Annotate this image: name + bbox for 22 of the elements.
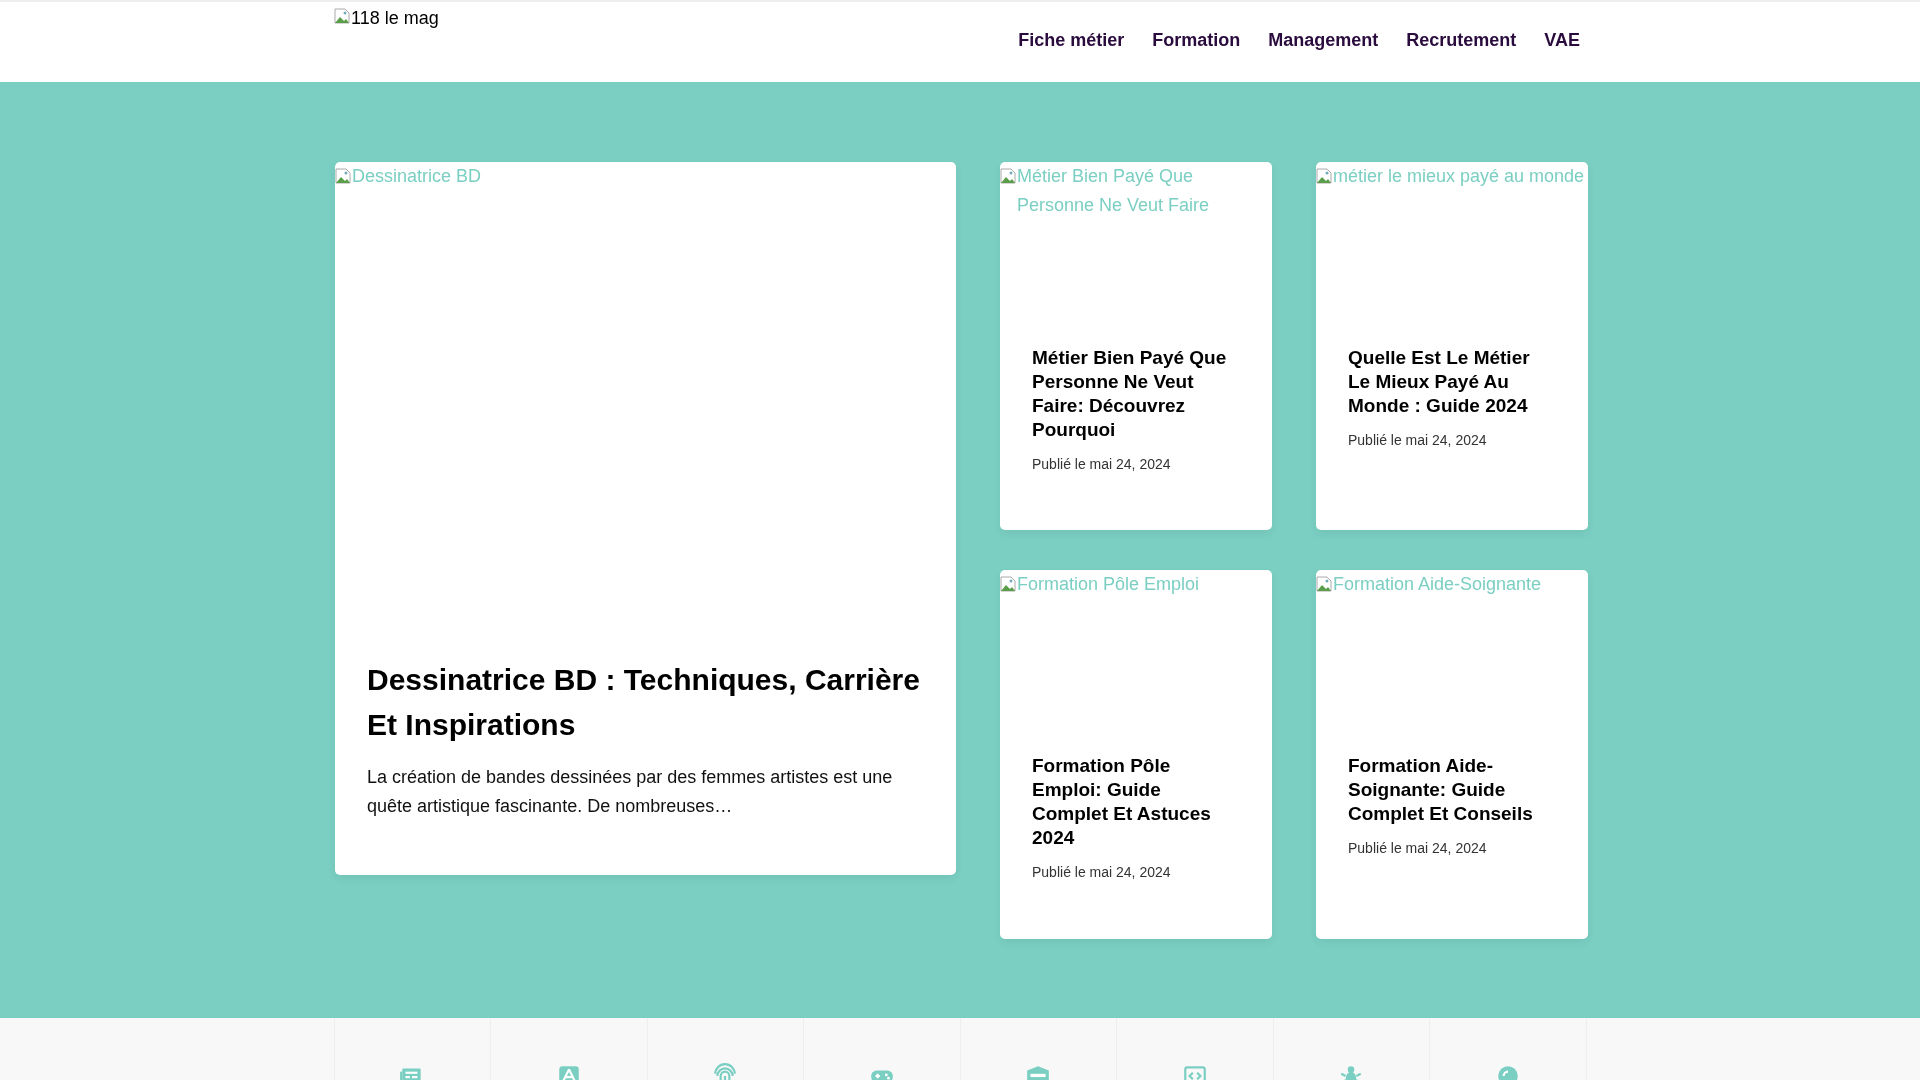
image-alt-text: métier le mieux payé au monde [1333,165,1585,188]
nav-link[interactable]: Fiche métier [1018,29,1125,51]
post-date: Publié le mai 24, 2024 [1348,432,1488,448]
site-logo[interactable]: 118 le mag [330,2,439,82]
nav-link[interactable]: Recrutement [1406,29,1517,51]
image-alt-text: Dessinatrice BD [352,165,482,188]
post-excerpt: La création de bandes dessinées par des femmes artistes est une quête artistique fascinante. De nombreuses… [367,766,894,818]
post-title[interactable]: Dessinatrice BD : Techniques, Carrière Et Inspirations [367,657,932,747]
image-alt-text: Métier Bien Payé Que Personne Ne Veut Faire [1017,165,1211,217]
nav-link[interactable]: VAE [1544,29,1580,51]
post-title[interactable]: Quelle Est Le Métier Le Mieux Payé Au Monde : Guide 2024 [1348,346,1556,418]
image-alt-text: Formation Aide-Soignante [1333,573,1542,596]
broken-image-icon [334,8,350,24]
post-title[interactable]: Formation Aide-Soignante: Guide Complet Et Conseils [1348,754,1556,826]
post-title[interactable]: Formation Pôle Emploi: Guide Complet Et Astuces 2024 [1032,754,1240,850]
post-title[interactable]: Métier Bien Payé Que Personne Ne Veut Faire: Découvrez Pourquoi [1032,346,1240,442]
image-alt-text: Formation Pôle Emploi [1017,573,1200,596]
post-date: Publié le mai 24, 2024 [1032,456,1172,472]
post-date: Publié le mai 24, 2024 [1348,840,1488,856]
nav-link[interactable]: Formation [1152,29,1241,51]
post-date: Publié le mai 24, 2024 [1032,864,1172,880]
nav-link[interactable]: Management [1268,29,1379,51]
